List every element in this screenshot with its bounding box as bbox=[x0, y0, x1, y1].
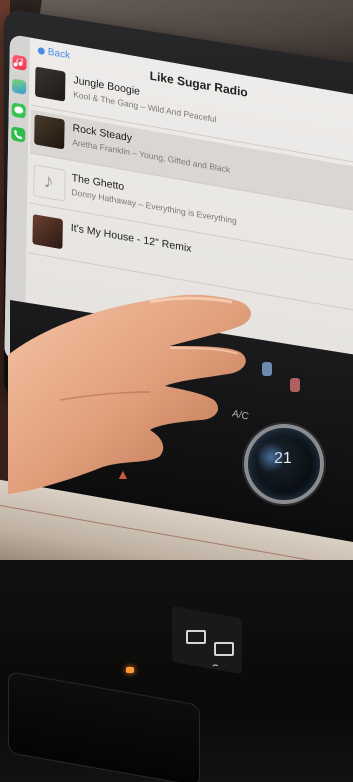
usb-symbol-icon: ⌢ bbox=[212, 660, 219, 671]
back-label: Back bbox=[47, 46, 71, 62]
car-dashboard-scene: Back Like Sugar Radio Jungle Boogie Kool… bbox=[0, 0, 353, 782]
album-art bbox=[34, 114, 65, 150]
usb-c-port-icon[interactable] bbox=[186, 630, 206, 644]
track-subtitle: Donny Hathaway – Everything is Everythin… bbox=[71, 186, 237, 226]
knob-glow bbox=[258, 440, 284, 474]
phone-app-icon[interactable] bbox=[11, 126, 26, 143]
temperature-knob[interactable]: 21 bbox=[244, 424, 324, 504]
messages-app-icon[interactable] bbox=[11, 102, 26, 119]
track-subtitle: Aretha Franklin – Young, Gifted and Blac… bbox=[72, 136, 231, 175]
seat-cool-icon[interactable] bbox=[262, 362, 272, 376]
music-app-icon[interactable] bbox=[12, 54, 27, 71]
back-chevron-icon bbox=[37, 46, 45, 56]
album-art bbox=[32, 214, 63, 250]
seat-heat-icon[interactable] bbox=[290, 378, 300, 392]
indicator-led bbox=[126, 667, 134, 673]
music-note-icon: ♪ bbox=[33, 164, 66, 202]
usb-a-port-icon[interactable] bbox=[214, 642, 234, 656]
album-art bbox=[34, 66, 66, 102]
maps-app-icon[interactable] bbox=[11, 78, 27, 95]
track-subtitle: Kool & The Gang – Wild And Peaceful bbox=[73, 89, 217, 125]
hazard-icon[interactable]: ▲ bbox=[116, 466, 130, 482]
back-button[interactable]: Back bbox=[37, 45, 71, 62]
